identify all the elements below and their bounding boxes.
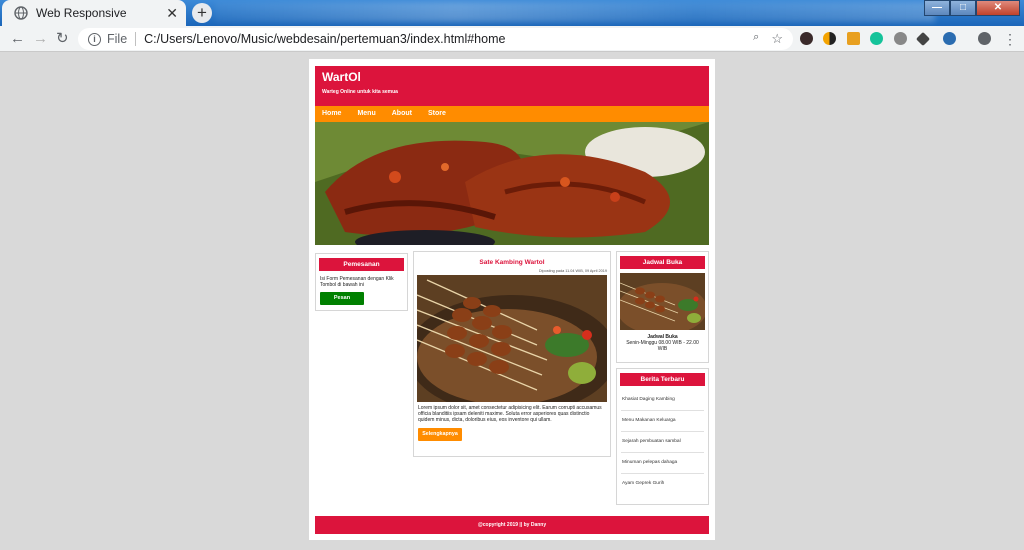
hours-panel-title: Jadwal Buka xyxy=(620,256,705,269)
menu-item-home[interactable]: Home xyxy=(322,106,341,122)
site-footer: @copyright 2019 || by Danny xyxy=(315,516,709,534)
browser-tabstrip: Web Responsive ✕ + — □ ✕ xyxy=(0,0,1024,26)
hours-image xyxy=(620,273,705,330)
site-header: WartOl Warteg Online untuk kita semua xyxy=(315,66,709,106)
address-separator xyxy=(135,32,137,46)
order-panel-title: Pemesanan xyxy=(319,258,404,271)
chrome-menu-icon[interactable]: ⋮ xyxy=(1003,30,1017,48)
site-tagline: Warteg Online untuk kita semua xyxy=(322,89,398,95)
read-more-button[interactable]: Selengkapnya xyxy=(418,428,462,441)
globe-icon xyxy=(14,6,28,20)
menu-item-about[interactable]: About xyxy=(392,106,412,122)
article-meta: Diposting pada 11.04 WIB, 09 April 2019 xyxy=(538,269,607,273)
extension-icon-6[interactable] xyxy=(915,31,931,47)
grammarly-icon[interactable] xyxy=(870,32,883,45)
bookmark-star-icon[interactable]: ☆ xyxy=(771,31,783,47)
maximize-button[interactable]: □ xyxy=(950,0,976,16)
profile-avatar-icon[interactable] xyxy=(978,32,991,45)
news-item[interactable]: Ayam Geprek Gurih xyxy=(621,474,704,495)
menu-item-menu[interactable]: Menu xyxy=(357,106,375,122)
news-list: Khasiat Daging Kambing Menu Makanan Kelu… xyxy=(621,390,704,495)
forward-icon[interactable]: → xyxy=(33,30,48,48)
article-image xyxy=(417,275,607,402)
menu-item-store[interactable]: Store xyxy=(428,106,446,122)
article-panel: Sate Kambing Wartol Diposting pada 11.04… xyxy=(413,251,611,457)
url-text[interactable]: C:/Users/Lenovo/Music/webdesain/pertemua… xyxy=(144,32,505,46)
back-icon[interactable]: ← xyxy=(10,30,25,48)
close-window-button[interactable]: ✕ xyxy=(976,0,1020,16)
address-bar[interactable]: i File C:/Users/Lenovo/Music/webdesain/p… xyxy=(78,28,793,50)
news-item[interactable]: Sejarah pembuatan sambal xyxy=(621,432,704,453)
window-controls: — □ ✕ xyxy=(924,0,1020,16)
order-instructions: Isi Form Pemesanan dengan Klik Tombol di… xyxy=(320,276,394,288)
browser-tab[interactable]: Web Responsive ✕ xyxy=(2,0,186,26)
tab-title: Web Responsive xyxy=(36,6,127,20)
page-container: WartOl Warteg Online untuk kita semua Ho… xyxy=(309,59,715,540)
new-tab-button[interactable]: + xyxy=(192,3,212,23)
extension-icon-2[interactable] xyxy=(823,32,836,45)
reload-icon[interactable]: ↻ xyxy=(56,30,69,48)
article-body: Lorem ipsum dolor sit, amet consectetur … xyxy=(418,405,602,423)
hours-panel: Jadwal Buka Jadwal Buka Senin-Minggu 08.… xyxy=(616,251,709,363)
article-title: Sate Kambing Wartol xyxy=(479,259,545,266)
scheme-label: File xyxy=(107,32,128,46)
extension-icon-3[interactable] xyxy=(847,32,860,45)
extension-icon-1[interactable] xyxy=(800,32,813,45)
order-panel: Pemesanan Isi Form Pemesanan dengan Klik… xyxy=(315,253,408,311)
extension-icon-7[interactable] xyxy=(943,32,956,45)
tabstrip-background xyxy=(215,2,935,22)
minimize-button[interactable]: — xyxy=(924,0,950,16)
news-item[interactable]: Khasiat Daging Kambing xyxy=(621,390,704,411)
news-panel-title: Berita Terbaru xyxy=(620,373,705,386)
main-menu: Home Menu About Store xyxy=(315,106,709,122)
hero-image xyxy=(315,122,709,245)
browser-toolbar: ← → ↻ i File C:/Users/Lenovo/Music/webde… xyxy=(0,26,1024,52)
site-logo[interactable]: WartOl xyxy=(322,70,702,85)
hours-value: Senin-Minggu 08.00 WIB - 22.00 WIB xyxy=(626,340,699,352)
news-panel: Berita Terbaru Khasiat Daging Kambing Me… xyxy=(616,368,709,505)
news-item[interactable]: Menu Makanan Keluarga xyxy=(621,411,704,432)
extension-icon-5[interactable] xyxy=(894,32,907,45)
info-icon[interactable]: i xyxy=(88,32,101,46)
zoom-icon[interactable]: ⌕ xyxy=(753,31,759,47)
tab-close-icon[interactable]: ✕ xyxy=(166,5,178,21)
news-item[interactable]: Minuman pelepas dahaga xyxy=(621,453,704,474)
order-button[interactable]: Pesan xyxy=(320,292,364,305)
